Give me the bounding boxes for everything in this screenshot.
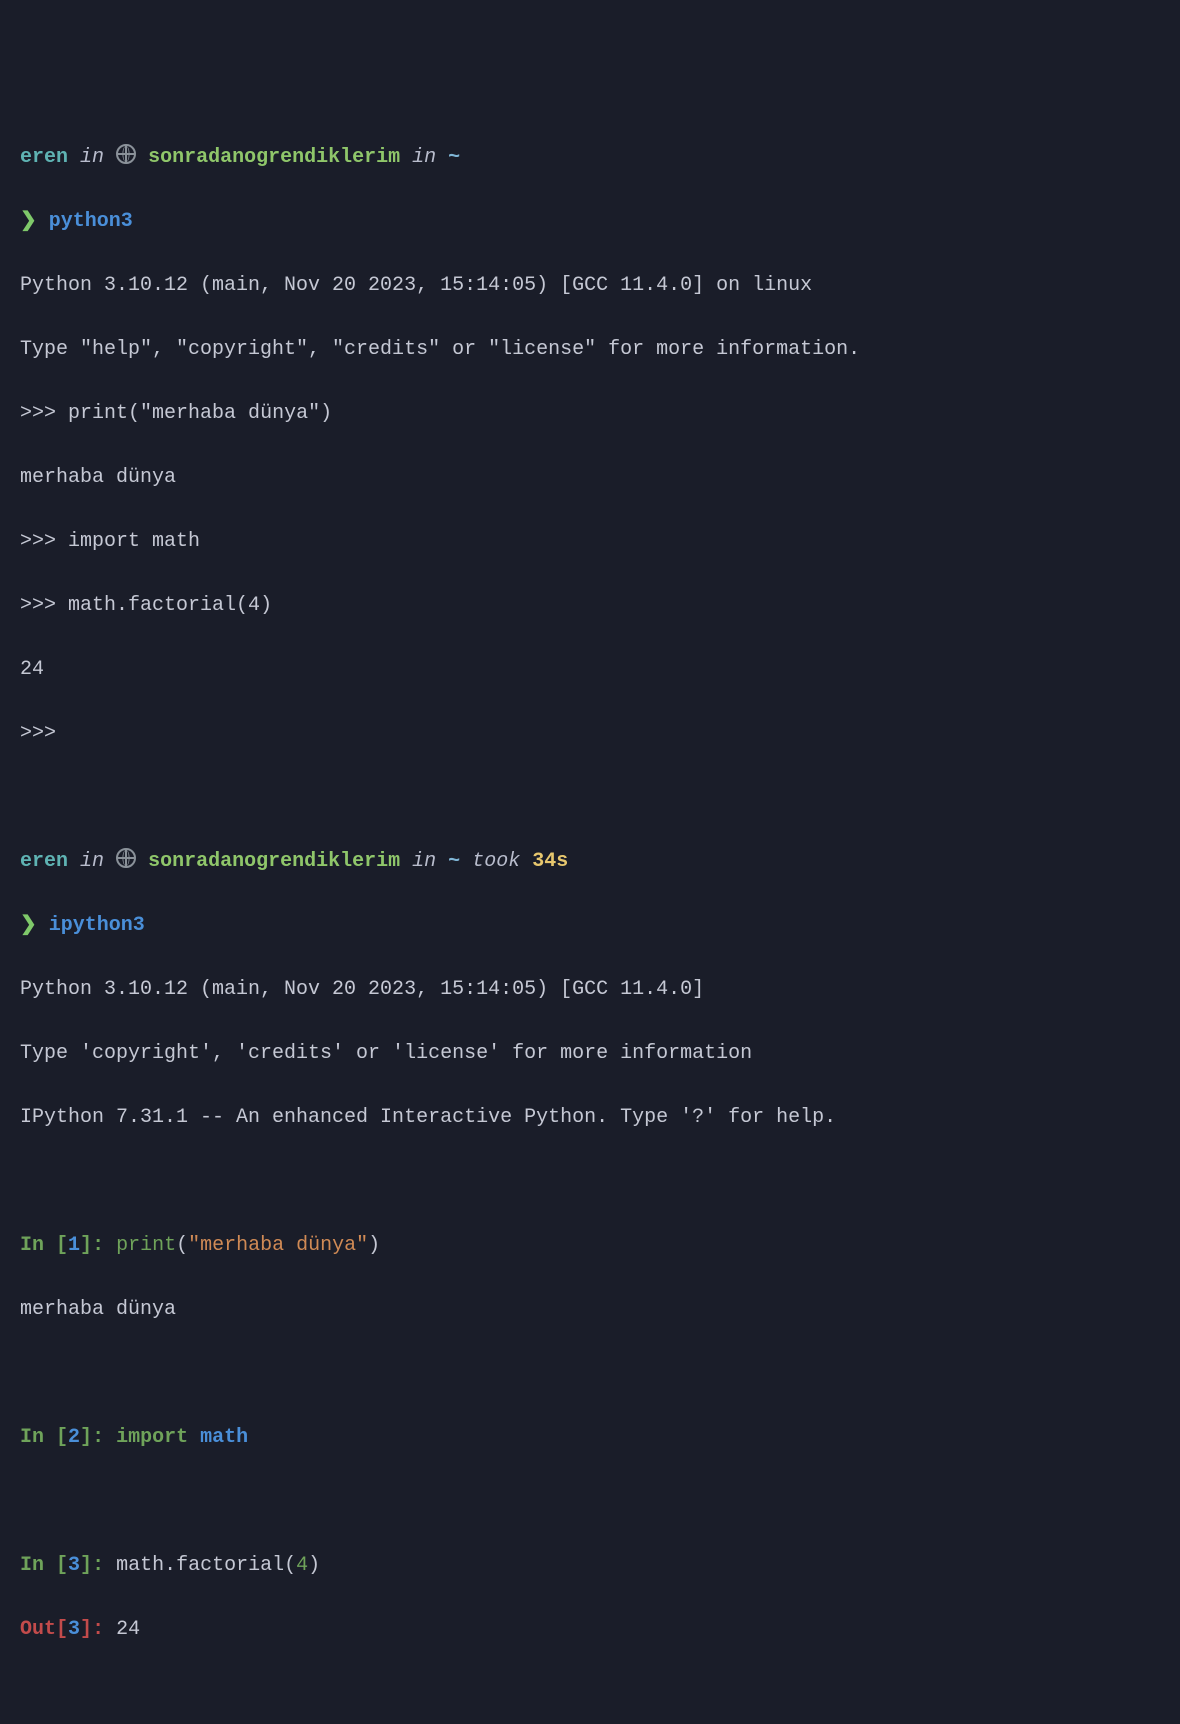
- globe-icon: [116, 144, 136, 164]
- bracket: [: [56, 1554, 68, 1577]
- ipython-cell-1[interactable]: In [1]: print("merhaba dünya"): [20, 1230, 1160, 1262]
- ipython-cell-2[interactable]: In [2]: import math: [20, 1422, 1160, 1454]
- blank-line: [20, 1358, 1160, 1390]
- cell-number: 1: [68, 1234, 80, 1257]
- shell-prompt-2: eren in sonradanogrendiklerim in ~ took …: [20, 846, 1160, 878]
- prompt-symbol: ❯: [20, 210, 37, 233]
- ipython-in-label: In: [20, 1554, 56, 1577]
- sep-in: in: [412, 146, 436, 169]
- bracket: ]: [80, 1554, 92, 1577]
- python-ps1: >>>: [20, 722, 56, 745]
- import-keyword: import: [116, 1426, 188, 1449]
- colon: :: [92, 1426, 104, 1449]
- paren: ): [368, 1234, 380, 1257]
- out-value: 24: [116, 1618, 140, 1641]
- bracket: [: [56, 1426, 68, 1449]
- shell-command: ipython3: [49, 914, 145, 937]
- bracket: ]: [80, 1234, 92, 1257]
- sep-in: in: [80, 146, 104, 169]
- ipython-banner-3: IPython 7.31.1 -- An enhanced Interactiv…: [20, 1102, 1160, 1134]
- bracket: [: [56, 1234, 68, 1257]
- ipython-banner-2: Type 'copyright', 'credits' or 'license'…: [20, 1038, 1160, 1070]
- cwd: ~: [448, 146, 460, 169]
- blank-line: [20, 782, 1160, 814]
- python-ps1: >>>: [20, 530, 56, 553]
- shell-command: python3: [49, 210, 133, 233]
- blank-line: [20, 1166, 1160, 1198]
- module-name: math: [200, 1426, 248, 1449]
- fn-name: print: [116, 1234, 176, 1257]
- hostname: sonradanogrendiklerim: [148, 146, 400, 169]
- ipython-out-3: Out[3]: 24: [20, 1614, 1160, 1646]
- shell-command-line-1[interactable]: ❯ python3: [20, 206, 1160, 238]
- python-banner-1: Python 3.10.12 (main, Nov 20 2023, 15:14…: [20, 270, 1160, 302]
- bracket: ]: [80, 1426, 92, 1449]
- int-literal: 4: [296, 1554, 308, 1577]
- user: eren: [20, 146, 68, 169]
- blank-line: [20, 1678, 1160, 1710]
- paren: (: [176, 1234, 188, 1257]
- shell-prompt-1: eren in sonradanogrendiklerim in ~: [20, 142, 1160, 174]
- bracket: [: [56, 1618, 68, 1641]
- cell-number: 3: [68, 1618, 80, 1641]
- colon: :: [92, 1554, 104, 1577]
- python-repl-line[interactable]: >>> math.factorial(4): [20, 590, 1160, 622]
- colon: :: [92, 1618, 104, 1641]
- python-repl-line[interactable]: >>> print("merhaba dünya"): [20, 398, 1160, 430]
- python-banner-2: Type "help", "copyright", "credits" or "…: [20, 334, 1160, 366]
- ipython-in-label: In: [20, 1426, 56, 1449]
- colon: :: [92, 1234, 104, 1257]
- expr: ): [308, 1554, 320, 1577]
- blank-line: [20, 1486, 1160, 1518]
- python-input: import math: [68, 530, 200, 553]
- prompt-symbol: ❯: [20, 914, 37, 937]
- ipython-output: merhaba dünya: [20, 1294, 1160, 1326]
- python-input: print("merhaba dünya"): [68, 402, 332, 425]
- python-input: math.factorial(4): [68, 594, 272, 617]
- python-repl-line[interactable]: >>> import math: [20, 526, 1160, 558]
- globe-icon: [116, 848, 136, 868]
- ipython-banner-1: Python 3.10.12 (main, Nov 20 2023, 15:14…: [20, 974, 1160, 1006]
- ipython-out-label: Out: [20, 1618, 56, 1641]
- python-ps1: >>>: [20, 402, 56, 425]
- python-output: merhaba dünya: [20, 462, 1160, 494]
- cell-number: 3: [68, 1554, 80, 1577]
- bracket: ]: [80, 1618, 92, 1641]
- cell-number: 2: [68, 1426, 80, 1449]
- python-ps1: >>>: [20, 594, 56, 617]
- ipython-cell-3[interactable]: In [3]: math.factorial(4): [20, 1550, 1160, 1582]
- ipython-in-label: In: [20, 1234, 56, 1257]
- python-output: 24: [20, 654, 1160, 686]
- shell-command-line-2[interactable]: ❯ ipython3: [20, 910, 1160, 942]
- string-literal: "merhaba dünya": [188, 1234, 368, 1257]
- python-repl-line-empty[interactable]: >>>: [20, 718, 1160, 750]
- expr: math.factorial(: [116, 1554, 296, 1577]
